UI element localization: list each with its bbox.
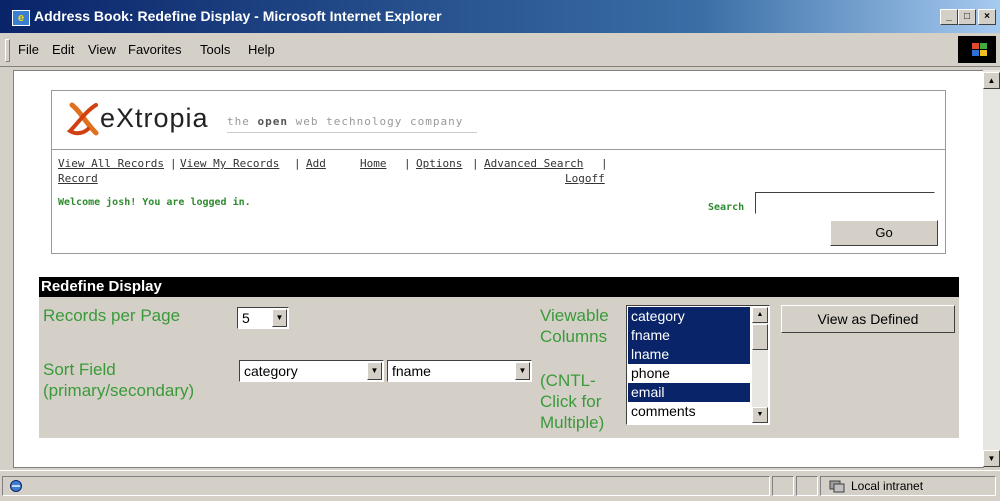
column-option-category[interactable]: category [628, 307, 750, 326]
nav-home[interactable]: Home [360, 157, 387, 170]
viewable-columns-listbox[interactable]: category fname lname phone email comment… [626, 305, 770, 425]
windows-logo-icon [958, 36, 996, 63]
search-label: Search [708, 202, 745, 213]
search-input[interactable] [755, 192, 935, 214]
page-icon [10, 480, 22, 492]
close-button[interactable]: × [978, 9, 996, 25]
minimize-button[interactable]: _ [940, 9, 958, 25]
scroll-up-icon[interactable]: ▲ [752, 307, 768, 323]
page-scrollbar[interactable]: ▲ ▼ [983, 70, 1000, 467]
records-per-page-label: Records per Page [43, 306, 181, 325]
listbox-scrollbar[interactable]: ▲ ▼ [752, 307, 768, 423]
menu-view[interactable]: View [88, 42, 116, 57]
nav-advanced-search[interactable]: Advanced Search [484, 157, 583, 170]
view-as-defined-button[interactable]: View as Defined [781, 305, 955, 333]
scroll-up-icon[interactable]: ▲ [983, 72, 1000, 89]
zone-area: Local intranet [820, 476, 996, 496]
menu-edit[interactable]: Edit [52, 42, 74, 57]
column-option-email[interactable]: email [628, 383, 750, 402]
multi-select-hint-2: Click for [540, 392, 602, 411]
go-button[interactable]: Go [830, 220, 938, 246]
nav-separator: | [404, 157, 411, 170]
status-cell [772, 476, 794, 496]
divider [227, 132, 477, 133]
status-text-area [2, 476, 770, 496]
logo-text: eXtropia [100, 103, 209, 133]
scroll-down-icon[interactable]: ▼ [752, 407, 768, 423]
sort-secondary-select[interactable]: fname ▼ [387, 360, 532, 382]
viewable-columns-sublabel: Columns [540, 327, 608, 346]
nav-logoff[interactable]: Logoff [565, 172, 605, 185]
nav-view-my-records[interactable]: View My Records [180, 157, 279, 170]
redefine-display-panel: Redefine Display Records per Page 5 ▼ So… [39, 277, 959, 438]
menu-favorites[interactable]: Favorites [128, 42, 181, 57]
nav-add-record-cont[interactable]: Record [58, 172, 98, 185]
site-header: eXtropia the open web technology company… [51, 90, 946, 254]
viewable-columns-label: Viewable [540, 306, 609, 325]
nav-separator: | [601, 157, 608, 170]
tagline: the open web technology company [227, 115, 464, 128]
column-option-fname[interactable]: fname [628, 326, 750, 345]
records-per-page-select[interactable]: 5 ▼ [237, 307, 289, 329]
menu-bar: File Edit View Favorites Tools Help [0, 33, 1000, 67]
status-bar: Local intranet [0, 470, 1000, 501]
extropia-logo-icon [66, 102, 99, 136]
nav-add-record[interactable]: Add [306, 157, 326, 170]
column-option-comments[interactable]: comments [628, 402, 750, 421]
nav-view-all-records[interactable]: View All Records [58, 157, 164, 170]
status-cell [796, 476, 818, 496]
window-title: Address Book: Redefine Display - Microso… [34, 8, 442, 24]
chevron-down-icon[interactable]: ▼ [515, 362, 530, 380]
sort-field-sublabel: (primary/secondary) [43, 381, 195, 400]
scroll-thumb[interactable] [752, 324, 768, 350]
logo-row: eXtropia the open web technology company [52, 91, 945, 150]
nav-separator: | [294, 157, 301, 170]
toolbar-grip[interactable] [5, 39, 10, 62]
nav-separator: | [170, 157, 177, 170]
column-option-phone[interactable]: phone [628, 364, 750, 383]
chevron-down-icon[interactable]: ▼ [272, 309, 287, 327]
column-option-lname[interactable]: lname [628, 345, 750, 364]
panel-title: Redefine Display [39, 277, 959, 297]
multi-select-hint-3: Multiple) [540, 413, 605, 432]
window-title-bar: e Address Book: Redefine Display - Micro… [0, 0, 1000, 33]
sort-primary-select[interactable]: category ▼ [239, 360, 384, 382]
menu-file[interactable]: File [18, 42, 39, 57]
nav-separator: | [472, 157, 479, 170]
maximize-button[interactable]: □ [958, 9, 976, 25]
multi-select-hint: (CNTL- [540, 371, 596, 390]
menu-help[interactable]: Help [248, 42, 275, 57]
chevron-down-icon[interactable]: ▼ [367, 362, 382, 380]
zone-label: Local intranet [851, 479, 924, 493]
menu-tools[interactable]: Tools [200, 42, 230, 57]
scroll-down-icon[interactable]: ▼ [983, 450, 1000, 467]
nav-options[interactable]: Options [416, 157, 462, 170]
intranet-icon [829, 480, 845, 493]
page-viewport: eXtropia the open web technology company… [13, 70, 984, 468]
ie-icon[interactable]: e [12, 10, 30, 26]
welcome-message: Welcome josh! You are logged in. [58, 197, 251, 208]
sort-field-label: Sort Field [43, 360, 116, 379]
